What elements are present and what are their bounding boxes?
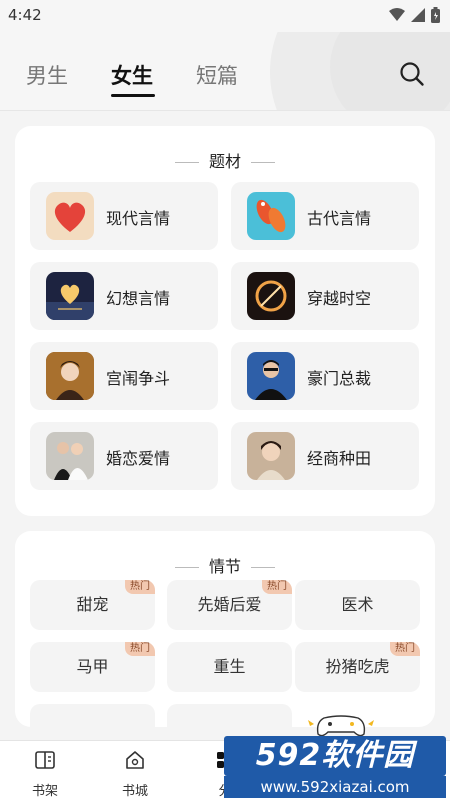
genre-label: 豪门总裁 <box>307 369 372 388</box>
plot-tag-partial[interactable] <box>30 704 155 727</box>
genre-label: 现代言情 <box>106 209 171 228</box>
genre-item[interactable]: 现代言情 <box>30 182 218 250</box>
plot-tag[interactable]: 重生 <box>167 642 292 692</box>
search-icon[interactable] <box>398 60 426 88</box>
genre-label: 宫闱争斗 <box>106 369 171 388</box>
moon-heart-icon <box>46 272 94 320</box>
wedding-couple-icon <box>46 432 94 480</box>
genre-item[interactable]: 幻想言情 <box>30 262 218 330</box>
genre-title-text: 题材 <box>208 152 241 171</box>
hot-badge: 热门 <box>262 580 292 594</box>
status-icons <box>389 7 440 23</box>
genre-item[interactable]: 宫闱争斗 <box>30 342 218 410</box>
genre-item[interactable]: 古代言情 <box>231 182 419 250</box>
home-icon <box>126 751 144 769</box>
nav-label: 书架 <box>31 784 58 799</box>
genre-section-title: 题材 <box>15 148 435 172</box>
watermark-url: www.592xiazai.com <box>224 776 446 798</box>
genre-item[interactable]: 豪门总裁 <box>231 342 419 410</box>
genre-label: 古代言情 <box>307 209 372 228</box>
plot-tag[interactable]: 医术 <box>295 580 420 630</box>
plot-tag[interactable]: 马甲 热门 <box>30 642 155 692</box>
koi-fish-icon <box>247 192 295 240</box>
genre-label: 经商种田 <box>307 449 372 468</box>
header-decoration-inner <box>330 32 450 110</box>
plot-tag[interactable]: 先婚后爱 热门 <box>167 580 292 630</box>
heart-icon <box>46 192 94 240</box>
ceo-icon <box>247 352 295 400</box>
hot-badge: 热门 <box>125 642 155 656</box>
plot-tag-label: 马甲 <box>76 657 109 676</box>
plot-tag-label: 医术 <box>341 595 374 614</box>
plot-tag-partial[interactable] <box>167 704 292 727</box>
plot-card: 情节 甜宠 热门 先婚后爱 热门 医术 马甲 热门 重生 扮猪吃虎 热门 <box>15 531 435 727</box>
genre-card: 题材 现代言情 古代言情 幻想言情 穿越时空 宫闱争斗 豪门总裁 婚恋爱情 经商… <box>15 126 435 516</box>
genre-item[interactable]: 婚恋爱情 <box>30 422 218 490</box>
wifi-icon <box>389 8 405 21</box>
genre-label: 穿越时空 <box>307 289 372 308</box>
hot-badge: 热门 <box>390 642 420 656</box>
hot-badge: 热门 <box>125 580 155 594</box>
top-tab-bar: 男生 女生 短篇 <box>0 32 450 111</box>
tab-male[interactable]: 男生 <box>26 60 68 90</box>
status-bar: 4:42 <box>0 0 450 32</box>
genre-item[interactable]: 穿越时空 <box>231 262 419 330</box>
plot-tag[interactable]: 扮猪吃虎 热门 <box>295 642 420 692</box>
genre-label: 婚恋爱情 <box>106 449 171 468</box>
plot-title-text: 情节 <box>208 557 241 576</box>
watermark-logo: 592软件园 www.592xiazai.com <box>224 730 446 800</box>
watermark-main-text: 592软件园 <box>224 736 446 776</box>
genre-item[interactable]: 经商种田 <box>231 422 419 490</box>
plot-section-title: 情节 <box>15 553 435 577</box>
nav-label: 书城 <box>121 784 148 799</box>
plot-tag-label: 甜宠 <box>76 595 109 614</box>
nav-bookshelf[interactable]: 书架 <box>15 741 75 801</box>
genre-label: 幻想言情 <box>106 289 171 308</box>
plot-tag-label: 扮猪吃虎 <box>325 657 390 676</box>
portal-icon <box>247 272 295 320</box>
nav-bookstore[interactable]: 书城 <box>105 741 165 801</box>
merchant-lady-icon <box>247 432 295 480</box>
battery-icon <box>431 7 440 23</box>
signal-icon <box>411 8 425 22</box>
tab-short[interactable]: 短篇 <box>196 60 238 90</box>
tab-female[interactable]: 女生 <box>111 60 153 90</box>
plot-tag-label: 先婚后爱 <box>197 595 262 614</box>
active-tab-indicator <box>111 94 155 97</box>
palace-lady-icon <box>46 352 94 400</box>
plot-tag[interactable]: 甜宠 热门 <box>30 580 155 630</box>
status-time: 4:42 <box>8 6 42 24</box>
book-icon <box>35 751 55 769</box>
plot-tag-label: 重生 <box>213 657 246 676</box>
